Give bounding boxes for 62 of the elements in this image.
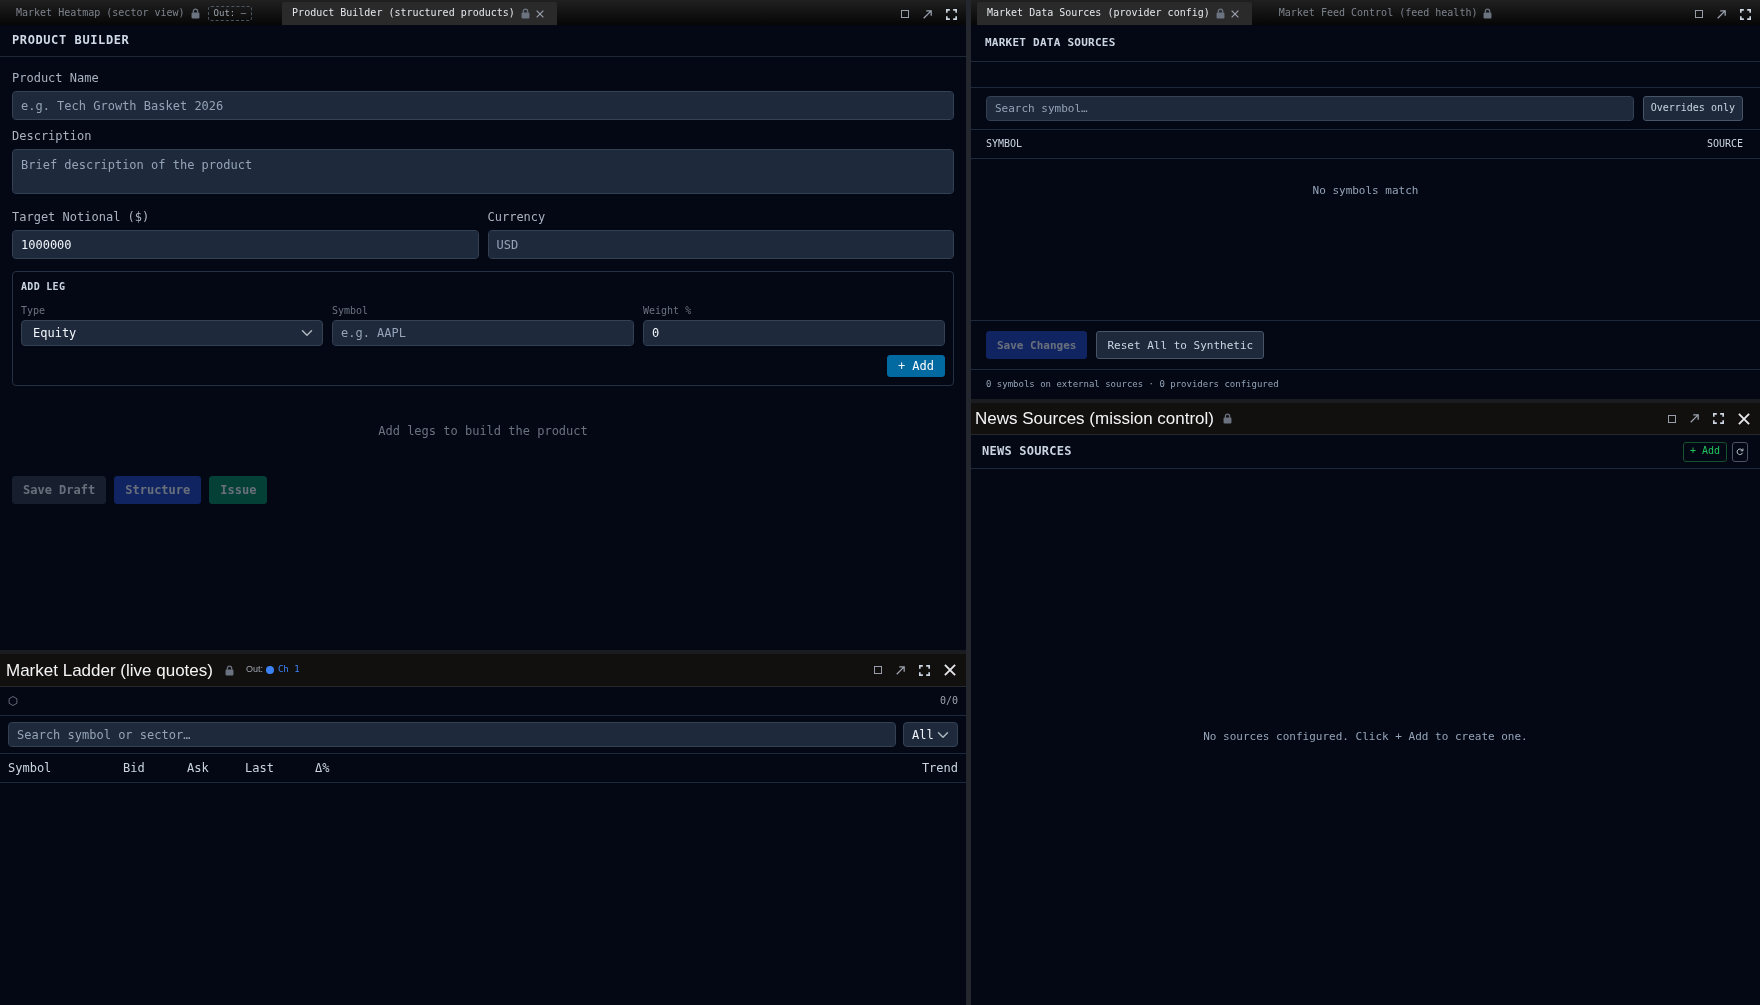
panel-title: Market Ladder (live quotes) — [6, 661, 213, 679]
section-heading: ADD LEG — [21, 280, 67, 293]
section-heading: NEWS SOURCES — [982, 444, 1072, 459]
fullscreen-icon[interactable] — [919, 664, 930, 676]
count-label: 0/0 — [939, 694, 958, 708]
fullscreen-icon[interactable] — [1740, 8, 1751, 20]
diagonal-arrow-icon[interactable] — [923, 9, 932, 19]
fullscreen-icon[interactable] — [1713, 413, 1724, 424]
column-header: Bid — [123, 760, 146, 776]
field-label: Currency — [487, 210, 547, 225]
add-button[interactable]: + Add — [1682, 441, 1727, 462]
field-label: Symbol — [332, 304, 370, 317]
toggle-button[interactable]: Overrides only — [1642, 96, 1743, 121]
input-field[interactable]: e.g. AAPL — [332, 320, 634, 346]
column-header: SOURCE — [1706, 137, 1743, 151]
column-header: Symbol — [8, 760, 53, 776]
tab[interactable]: Product Builder (structured products) — [282, 2, 557, 25]
diagonal-arrow-icon[interactable] — [1690, 414, 1699, 423]
tab[interactable]: Market Heatmap (sector view) Out: – — [6, 2, 266, 25]
field-label: Target Notional ($) — [12, 210, 151, 225]
field-label: Product Name — [12, 71, 100, 86]
diagonal-arrow-icon[interactable] — [896, 665, 905, 675]
search-field[interactable]: Search symbol or sector… — [8, 722, 896, 747]
fullscreen-icon[interactable] — [946, 8, 957, 20]
square-icon[interactable] — [874, 666, 882, 674]
hexagon-icon[interactable] — [8, 696, 18, 706]
output-label: Out: — [245, 664, 263, 676]
refresh-button[interactable] — [1732, 441, 1748, 462]
input-field[interactable]: e.g. Tech Growth Basket 2026 — [12, 91, 954, 120]
channel-label: Ch 1 — [277, 664, 300, 676]
panel-heading: MARKET DATA SOURCES — [971, 25, 1760, 62]
input-field[interactable]: 0 — [643, 320, 945, 346]
tab[interactable]: Market Data Sources (provider config) — [977, 2, 1252, 25]
column-header: Δ% — [315, 760, 331, 776]
button[interactable]: Reset All to Synthetic — [1096, 331, 1265, 359]
search-field[interactable]: Search symbol… — [986, 96, 1634, 121]
field-label: Weight % — [643, 304, 693, 317]
dropdown[interactable]: Equity — [21, 320, 323, 346]
panel-heading: PRODUCT BUILDER — [0, 25, 966, 57]
column-header: Trend — [921, 760, 958, 776]
column-header: SYMBOL — [986, 137, 1023, 151]
status-text: 0 symbols on external sources · 0 providers configured — [986, 378, 1279, 391]
refresh-icon — [1736, 447, 1744, 456]
field-label: Description — [12, 129, 93, 144]
square-icon[interactable] — [1668, 414, 1676, 423]
square-icon[interactable] — [1695, 10, 1703, 18]
diagonal-arrow-icon[interactable] — [1717, 9, 1726, 19]
empty-message: No sources configured. Click + Add to create one. — [1203, 730, 1528, 744]
input-field[interactable]: USD — [487, 230, 954, 259]
tab[interactable]: Market Feed Control (feed health) — [1268, 2, 1506, 25]
empty-message: No symbols match — [1312, 184, 1419, 197]
output-badge: Out: – — [207, 6, 253, 21]
input-field[interactable]: 1000000 — [12, 230, 479, 259]
panel-title: News Sources (mission control) — [975, 410, 1214, 427]
square-icon[interactable] — [901, 10, 909, 18]
empty-message: Add legs to build the product — [377, 423, 589, 440]
filter-dropdown[interactable]: All — [903, 722, 958, 747]
field-label: Type — [21, 304, 47, 317]
button[interactable]: + Add — [886, 355, 945, 377]
column-header: Last — [245, 760, 275, 776]
text-area[interactable]: Brief description of the product — [12, 149, 954, 194]
column-header: Ask — [187, 760, 210, 776]
